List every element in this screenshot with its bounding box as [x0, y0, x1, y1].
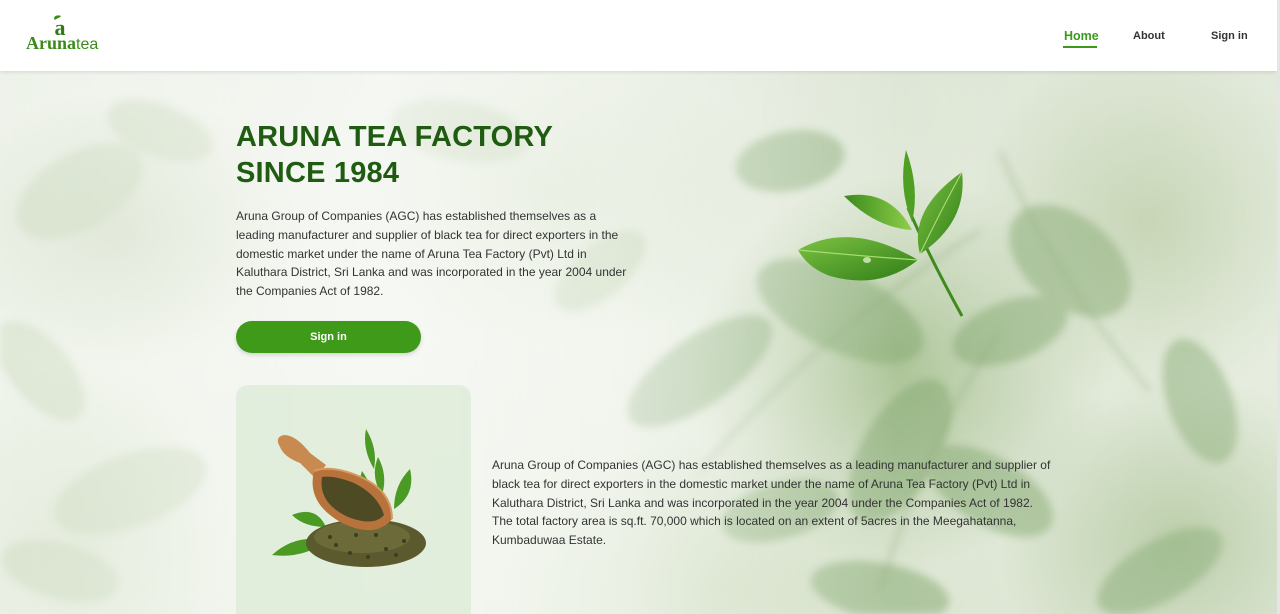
top-navbar: a Arunatea Home About Sign in — [0, 0, 1277, 71]
brand-name-secondary: tea — [76, 36, 99, 53]
nav-active-indicator — [1063, 46, 1097, 48]
hero-description: Aruna Group of Companies (AGC) has estab… — [236, 209, 627, 299]
hero-signin-button[interactable]: Sign in — [236, 321, 421, 353]
nav-about-link[interactable]: About — [1133, 30, 1165, 42]
nav-home-link[interactable]: Home — [1064, 29, 1099, 43]
brand-name-primary: Aruna — [26, 33, 77, 53]
about-description: Aruna Group of Companies (AGC) has estab… — [492, 458, 1051, 548]
brand-wordmark: Arunatea — [26, 33, 98, 55]
product-image-card — [236, 385, 471, 614]
hero-title-line-2: SINCE 1984 — [236, 157, 400, 189]
brand-logo[interactable]: a Arunatea — [26, 14, 106, 56]
tea-scoop-icon — [272, 429, 426, 567]
nav-signin-link[interactable]: Sign in — [1211, 30, 1248, 42]
tea-leaf-sprig-icon — [797, 150, 964, 317]
hero-title-line-1: ARUNA TEA FACTORY — [236, 121, 554, 153]
hero-title: ARUNA TEA FACTORY SINCE 1984 — [236, 119, 656, 191]
